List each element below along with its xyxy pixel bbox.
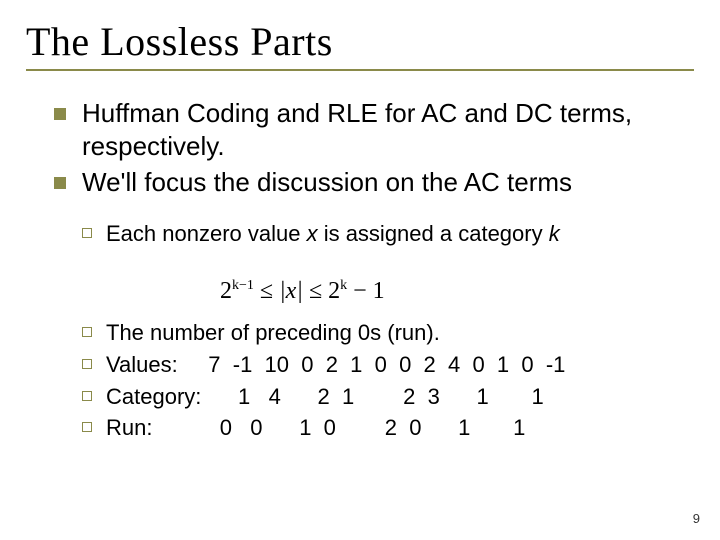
page-number: 9 xyxy=(693,511,700,526)
formula-base: 2 xyxy=(328,278,340,304)
bullet-item: Values: 7 -1 10 0 2 1 0 0 2 4 0 1 0 -1 xyxy=(82,350,694,380)
bullet-text: The number of preceding 0s (run). xyxy=(106,320,440,345)
bullet-item: Run: 0 0 1 0 2 0 1 1 xyxy=(82,413,694,443)
bullet-list-level2: Each nonzero value x is assigned a categ… xyxy=(82,219,694,443)
bullet-item: Category: 1 4 2 1 2 3 1 1 xyxy=(82,382,694,412)
bullet-text-part: Each nonzero value xyxy=(106,221,307,246)
title-underline: The Lossless Parts xyxy=(26,18,694,71)
formula-leq: ≤ xyxy=(254,278,279,304)
open-square-bullet-icon xyxy=(82,359,92,369)
square-bullet-icon xyxy=(54,177,66,189)
square-bullet-icon xyxy=(54,108,66,120)
bullet-item: Huffman Coding and RLE for AC and DC ter… xyxy=(54,97,694,162)
formula-base: 2 xyxy=(220,278,232,304)
bullet-text: Huffman Coding and RLE for AC and DC ter… xyxy=(82,98,632,161)
run-row: Run: 0 0 1 0 2 0 1 1 xyxy=(106,415,525,440)
formula-tail: − 1 xyxy=(347,278,385,304)
variable-k: k xyxy=(549,221,560,246)
open-square-bullet-icon xyxy=(82,422,92,432)
slide-title: The Lossless Parts xyxy=(26,18,694,65)
values-row: Values: 7 -1 10 0 2 1 0 0 2 4 0 1 0 -1 xyxy=(106,352,565,377)
formula-abs-x: |x| xyxy=(279,278,303,304)
bullet-text-part: is assigned a category xyxy=(318,221,549,246)
bullet-list-level1: Huffman Coding and RLE for AC and DC ter… xyxy=(54,97,694,199)
category-row: Category: 1 4 2 1 2 3 1 1 xyxy=(106,384,544,409)
open-square-bullet-icon xyxy=(82,327,92,337)
bullet-item: The number of preceding 0s (run). xyxy=(82,318,694,348)
bullet-item: We'll focus the discussion on the AC ter… xyxy=(54,166,694,199)
open-square-bullet-icon xyxy=(82,391,92,401)
bullet-item: Each nonzero value x is assigned a categ… xyxy=(82,219,694,249)
bullet-text: We'll focus the discussion on the AC ter… xyxy=(82,167,572,197)
variable-x: x xyxy=(307,221,318,246)
formula-exponent: k−1 xyxy=(232,278,254,293)
formula-inequality: 2k−1 ≤ |x| ≤ 2k − 1 xyxy=(220,278,385,305)
open-square-bullet-icon xyxy=(82,228,92,238)
slide: The Lossless Parts Huffman Coding and RL… xyxy=(0,0,720,540)
formula-leq: ≤ xyxy=(303,278,328,304)
